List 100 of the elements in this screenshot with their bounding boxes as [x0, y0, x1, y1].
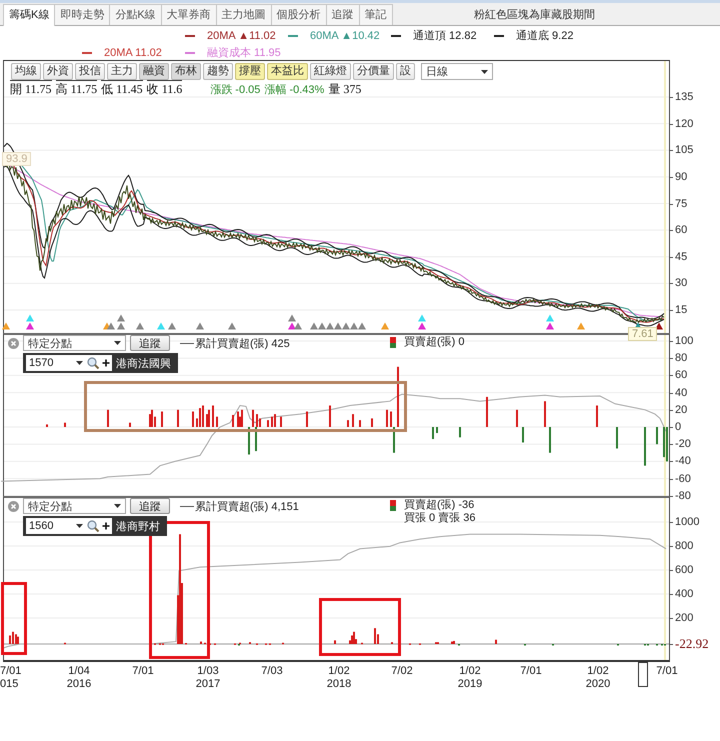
toolbar-button[interactable]: 融資 — [139, 63, 169, 80]
toolbar-button[interactable]: 投信 — [75, 63, 105, 80]
caret-icon — [114, 341, 121, 345]
price-tag: 93.9 — [2, 152, 32, 166]
date-label: 7/01 — [520, 665, 542, 678]
period-dropdown[interactable]: 日線 — [421, 63, 493, 80]
year-label: 2019 — [458, 678, 482, 691]
triangle-marker-icon — [381, 322, 389, 330]
date-label: 1/03 — [197, 665, 219, 678]
notice-text: 粉紅色區塊為庫藏股期間 — [474, 8, 595, 22]
axis-label: 60 — [675, 223, 688, 238]
toolbar-button[interactable]: 撐壓 — [235, 63, 265, 80]
toolbar-button[interactable]: 紅綠燈 — [310, 63, 351, 80]
tab[interactable]: 即時走勢 — [54, 4, 110, 25]
plus-icon[interactable] — [100, 355, 112, 371]
close-icon[interactable] — [8, 500, 19, 512]
caret-icon — [114, 504, 121, 508]
axis-label: -22.92 — [675, 637, 709, 651]
axis-label: 15 — [675, 303, 688, 317]
broker-type-dropdown[interactable]: 特定分點 — [23, 335, 126, 351]
axis-label: 40 — [675, 386, 688, 400]
axis-label: 400 — [675, 587, 694, 601]
legend-label: 60MA ▲10.42 — [310, 30, 380, 42]
legend-label: 買張 0 賣張 36 — [404, 512, 476, 525]
triangle-marker-icon — [228, 322, 236, 330]
legend-line-icon — [180, 342, 194, 344]
quote-text: 漲跌 -0.05 — [210, 83, 260, 97]
axis-label: -80 — [675, 488, 691, 503]
date-label: 7/01 — [0, 665, 22, 678]
year-label: 2017 — [196, 678, 220, 691]
axis-label: -20 — [675, 437, 691, 452]
legend-label: 通道底 9.22 — [516, 28, 574, 43]
year-label: 2020 — [586, 678, 610, 691]
tab[interactable]: 大單券商 — [160, 4, 217, 25]
plus-icon[interactable] — [100, 518, 112, 534]
toolbar-button[interactable]: 均線 — [11, 63, 41, 80]
axis-label: 135 — [675, 90, 694, 104]
tab[interactable]: 追蹤 — [326, 4, 360, 25]
broker-code-dropdown[interactable]: 1560 — [26, 518, 86, 534]
axis-label: 105 — [675, 143, 694, 158]
tab[interactable]: 分點K線 — [109, 4, 162, 25]
date-label: 7/01 — [656, 665, 678, 678]
triangle-marker-icon — [157, 322, 165, 330]
toolbar-button[interactable]: 趨勢 — [203, 63, 233, 80]
axis-label: 45 — [675, 250, 688, 264]
axis-label: 90 — [675, 170, 688, 184]
axis-label: 60 — [675, 368, 688, 382]
price-tag: 7.61 — [628, 327, 658, 341]
broker-code-dropdown[interactable]: 1570 — [26, 355, 86, 371]
toolbar-button[interactable]: 外資 — [43, 63, 73, 80]
axis-label: 200 — [675, 611, 694, 625]
broker-name: 港商法國興 — [115, 356, 172, 370]
range-handle[interactable] — [638, 662, 648, 687]
tab[interactable]: 籌碼K線 — [3, 4, 56, 26]
axis-label: 0 — [675, 420, 682, 434]
axis-label: -40 — [675, 454, 691, 468]
legend-label: 20MA 11.02 — [104, 46, 162, 58]
caret-icon — [481, 70, 488, 74]
axis-label: 120 — [675, 116, 694, 131]
date-label: 7/03 — [261, 665, 283, 678]
year-label: 2016 — [66, 678, 92, 691]
date-label: 1/02 — [459, 665, 481, 678]
date-label: 1/02 — [328, 665, 350, 678]
axis-label: 100 — [675, 334, 694, 348]
axis-label: 800 — [675, 539, 694, 553]
search-icon[interactable] — [86, 355, 100, 371]
triangle-marker-icon — [196, 322, 204, 330]
caret-icon — [76, 524, 83, 528]
axis-label: 1000 — [675, 515, 700, 529]
broker-type-dropdown[interactable]: 特定分點 — [23, 498, 126, 514]
toolbar-button[interactable]: 本益比 — [267, 63, 308, 80]
toolbar-button[interactable]: 分價量 — [353, 63, 394, 80]
axis-label: 30 — [675, 276, 688, 290]
legend-label: 累計買賣超(張) 425 — [195, 336, 290, 350]
legend-label: 20MA ▲11.02 — [207, 30, 276, 42]
triangle-marker-icon — [136, 322, 144, 330]
legend-label: 買賣超(張) -36 — [404, 499, 476, 512]
bar-legend-icon — [390, 500, 396, 511]
legend-label: 累計買賣超(張) 4,151 — [195, 500, 299, 514]
axis-label: 20 — [675, 402, 688, 417]
tab[interactable]: 筆記 — [358, 4, 393, 25]
axis-label: 75 — [675, 196, 688, 210]
date-label: 1/04 — [68, 665, 90, 678]
quote-text: 量 375 — [328, 81, 362, 98]
date-label: 1/02 — [587, 665, 609, 678]
toolbar-button[interactable]: 設 — [396, 63, 415, 80]
tab[interactable]: 個股分析 — [270, 4, 327, 25]
year-label: 015 — [0, 678, 18, 691]
tab[interactable]: 主力地圖 — [216, 4, 272, 25]
caret-icon — [76, 361, 83, 365]
triangle-marker-icon — [2, 322, 10, 330]
axis-label: -60 — [675, 472, 691, 486]
triangle-marker-icon — [168, 322, 176, 330]
toolbar-button[interactable]: 布林 — [171, 63, 201, 80]
search-icon[interactable] — [86, 518, 100, 534]
track-button[interactable]: 追蹤 — [130, 498, 170, 514]
close-icon[interactable] — [8, 338, 19, 348]
axis-label: 80 — [675, 351, 688, 366]
year-label: 2018 — [326, 678, 352, 691]
toolbar-button[interactable]: 主力 — [107, 63, 137, 80]
